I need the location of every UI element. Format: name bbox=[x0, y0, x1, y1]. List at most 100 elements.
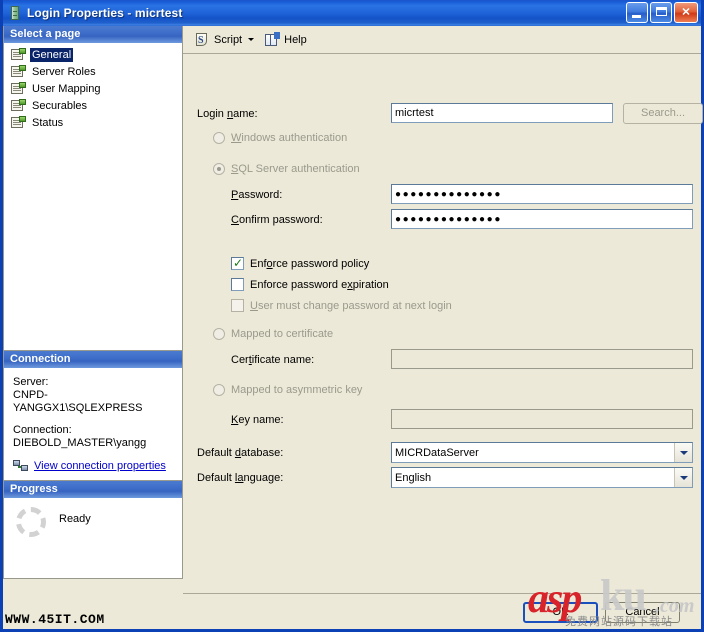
sidebar-item-securables[interactable]: Securables bbox=[10, 98, 182, 114]
sidebar-item-label: Server Roles bbox=[32, 66, 96, 78]
default-language-dropdown[interactable]: English bbox=[391, 467, 693, 488]
user-must-change-password-checkbox[interactable]: User must change password at next login bbox=[231, 299, 452, 312]
server-group: Server: CNPD-YANGGX1\SQLEXPRESS bbox=[13, 376, 174, 415]
default-database-dropdown[interactable]: MICRDataServer bbox=[391, 442, 693, 463]
maximize-icon bbox=[656, 7, 667, 16]
script-icon: S bbox=[194, 32, 210, 48]
mapped-to-certificate-label: Mapped to certificate bbox=[231, 328, 334, 340]
close-icon: ✕ bbox=[681, 6, 691, 18]
ok-button[interactable]: OK bbox=[523, 602, 598, 623]
sidebar-item-label: User Mapping bbox=[32, 83, 101, 95]
progress-body: Ready bbox=[4, 498, 182, 578]
minimize-icon bbox=[632, 15, 641, 18]
connection-label: Connection: bbox=[13, 424, 72, 436]
sidebar-item-label: Status bbox=[32, 117, 64, 129]
enforce-password-expiration-checkbox[interactable]: Enforce password expiration bbox=[231, 278, 389, 291]
chevron-down-icon[interactable] bbox=[674, 468, 692, 487]
mapped-to-certificate-radio[interactable]: Mapped to certificate bbox=[213, 328, 333, 340]
password-input[interactable]: ●●●●●●●●●●●●●● bbox=[391, 184, 693, 204]
general-page-form: Login name: micrtest Search... Windows a… bbox=[183, 54, 703, 629]
close-button[interactable]: ✕ bbox=[674, 2, 698, 23]
user-must-change-password-label: User must change password at next login bbox=[250, 299, 452, 312]
content-toolbar: S Script Help bbox=[183, 26, 701, 54]
sql-authentication-radio[interactable]: SQL Server authentication bbox=[213, 163, 360, 175]
password-label: Password: bbox=[231, 189, 283, 201]
page-sheet-icon bbox=[10, 82, 26, 96]
radio-indicator bbox=[213, 328, 225, 340]
connection-panel: Connection Server: CNPD-YANGGX1\SQLEXPRE… bbox=[3, 351, 183, 481]
connection-value: DIEBOLD_MASTER\yangg bbox=[13, 437, 147, 449]
radio-indicator bbox=[213, 163, 225, 175]
window-title: Login Properties - micrtest bbox=[27, 6, 182, 20]
view-connection-properties-link[interactable]: View connection properties bbox=[34, 460, 166, 473]
radio-indicator bbox=[213, 384, 225, 396]
mapped-to-asymmetric-key-label: Mapped to asymmetric key bbox=[231, 384, 363, 396]
certificate-name-input[interactable] bbox=[391, 349, 693, 369]
confirm-password-input[interactable]: ●●●●●●●●●●●●●● bbox=[391, 209, 693, 229]
key-name-input[interactable] bbox=[391, 409, 693, 429]
progress-status-text: Ready bbox=[59, 513, 91, 525]
chevron-down-icon[interactable] bbox=[248, 38, 255, 41]
window-titlebar[interactable]: Login Properties - micrtest ✕ bbox=[3, 0, 701, 26]
connection-properties-icon bbox=[13, 459, 30, 474]
checkmark-icon: ✓ bbox=[233, 256, 244, 270]
sidebar-item-status[interactable]: Status bbox=[10, 115, 182, 131]
help-book-icon bbox=[264, 31, 281, 48]
script-button[interactable]: S Script bbox=[190, 29, 258, 50]
view-connection-properties-row[interactable]: View connection properties bbox=[13, 459, 174, 474]
page-sheet-icon bbox=[10, 116, 26, 130]
window-title-object: micrtest bbox=[134, 6, 183, 20]
enforce-password-policy-label: Enforce password policy bbox=[250, 257, 370, 270]
select-page-header: Select a page bbox=[4, 26, 182, 43]
sidebar-item-user-mapping[interactable]: User Mapping bbox=[10, 81, 182, 97]
progress-spinner-icon bbox=[16, 507, 46, 537]
checkbox-indicator bbox=[231, 278, 244, 291]
window-title-sep: - bbox=[123, 6, 135, 20]
key-name-label: Key name: bbox=[231, 414, 284, 426]
sidebar-item-label: Securables bbox=[32, 100, 88, 112]
cancel-button[interactable]: Cancel bbox=[605, 602, 680, 623]
dialog-body: Select a page General Server Roles User … bbox=[3, 26, 703, 629]
sql-authentication-label: SQL Server authentication bbox=[231, 163, 360, 175]
certificate-name-label: Certificate name: bbox=[231, 354, 315, 366]
login-name-label: Login name: bbox=[197, 108, 258, 120]
mapped-to-asymmetric-key-radio[interactable]: Mapped to asymmetric key bbox=[213, 384, 362, 396]
server-database-icon bbox=[7, 5, 23, 21]
radio-indicator bbox=[213, 132, 225, 144]
help-button[interactable]: Help bbox=[260, 29, 311, 50]
help-button-label: Help bbox=[284, 33, 307, 46]
windows-authentication-radio[interactable]: Windows authentication bbox=[213, 132, 347, 144]
progress-header: Progress bbox=[4, 481, 182, 498]
main-content: S Script Help Login name: micrtest Searc… bbox=[183, 26, 703, 629]
window-title-main: Login Properties bbox=[27, 6, 124, 20]
search-button[interactable]: Search... bbox=[623, 103, 703, 124]
window-controls: ✕ bbox=[626, 2, 698, 23]
select-page-panel: Select a page General Server Roles User … bbox=[3, 26, 183, 351]
confirm-password-value: ●●●●●●●●●●●●●● bbox=[395, 214, 502, 225]
chevron-down-icon[interactable] bbox=[674, 443, 692, 462]
sidebar: Select a page General Server Roles User … bbox=[3, 26, 183, 629]
connection-group: Connection: DIEBOLD_MASTER\yangg bbox=[13, 424, 174, 450]
sidebar-item-general[interactable]: General bbox=[10, 47, 182, 63]
sidebar-item-server-roles[interactable]: Server Roles bbox=[10, 64, 182, 80]
minimize-button[interactable] bbox=[626, 2, 648, 23]
confirm-password-label: Confirm password: bbox=[231, 214, 323, 226]
page-list: General Server Roles User Mapping Secura… bbox=[4, 43, 182, 350]
page-sheet-icon bbox=[10, 65, 26, 79]
page-sheet-icon bbox=[10, 99, 26, 113]
enforce-password-policy-checkbox[interactable]: ✓ Enforce password policy bbox=[231, 256, 370, 270]
enforce-password-expiration-label: Enforce password expiration bbox=[250, 278, 389, 291]
connection-details: Server: CNPD-YANGGX1\SQLEXPRESS Connecti… bbox=[4, 368, 182, 480]
page-sheet-icon bbox=[10, 48, 26, 62]
dialog-button-bar: OK Cancel bbox=[183, 593, 701, 629]
site-watermark-bottom-left: WWW.45IT.COM bbox=[5, 612, 105, 627]
server-value: CNPD-YANGGX1\SQLEXPRESS bbox=[13, 389, 143, 414]
maximize-button[interactable] bbox=[650, 2, 672, 23]
default-language-label: Default language: bbox=[197, 472, 284, 484]
default-language-value: English bbox=[395, 471, 432, 484]
checkbox-indicator bbox=[231, 299, 244, 312]
password-value: ●●●●●●●●●●●●●● bbox=[395, 189, 502, 200]
default-database-value: MICRDataServer bbox=[395, 446, 479, 459]
sidebar-item-label: General bbox=[30, 48, 74, 62]
login-name-input[interactable]: micrtest bbox=[391, 103, 613, 123]
